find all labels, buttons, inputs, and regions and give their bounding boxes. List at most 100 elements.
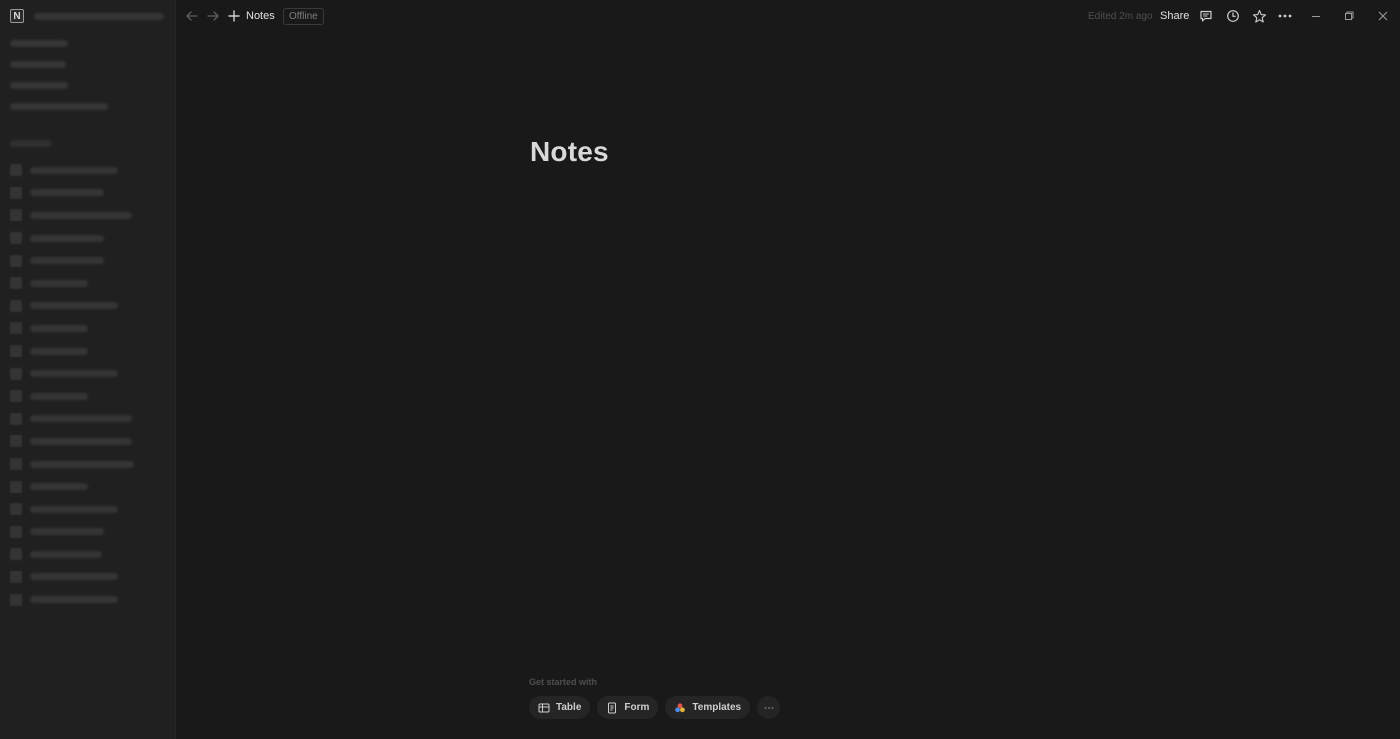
sidebar-page-label-blurred	[30, 324, 88, 332]
minimize-button[interactable]	[1308, 8, 1324, 24]
sidebar-page-label-blurred	[30, 370, 118, 378]
favorite-button[interactable]	[1251, 8, 1267, 24]
page-icon	[10, 232, 22, 245]
page-icon	[10, 254, 22, 267]
sidebar-page-item[interactable]	[10, 385, 134, 408]
sidebar-page-label-blurred	[30, 483, 88, 491]
restore-icon	[1345, 11, 1354, 20]
main-content: Notes Offline Edited 2m ago Share Notes …	[176, 0, 1400, 739]
sidebar-pages-section	[10, 140, 134, 611]
form-button[interactable]: Form	[597, 696, 659, 719]
page-icon	[10, 299, 22, 312]
sidebar-page-label-blurred	[30, 234, 104, 242]
sidebar-nav-item[interactable]	[10, 40, 68, 47]
forward-button[interactable]	[205, 8, 221, 24]
sidebar-page-item[interactable]	[10, 453, 134, 476]
more-horizontal-icon	[764, 706, 774, 709]
sidebar-page-label-blurred	[30, 166, 118, 174]
page-icon	[10, 525, 22, 538]
comment-icon	[1200, 10, 1212, 22]
sidebar-page-label-blurred	[30, 550, 102, 558]
sidebar-page-label-blurred	[30, 189, 104, 197]
sidebar-page-label-blurred	[30, 279, 88, 287]
more-starters-button[interactable]	[757, 696, 781, 719]
star-icon	[1252, 9, 1266, 23]
page-icon	[10, 209, 22, 222]
sidebar-nav-item[interactable]	[10, 82, 68, 89]
restore-button[interactable]	[1341, 8, 1357, 24]
form-button-label: Form	[624, 702, 650, 713]
sidebar-section-heading	[10, 140, 52, 147]
page-icon	[10, 367, 22, 380]
clock-icon	[1227, 10, 1239, 22]
workspace-name-blurred	[34, 12, 164, 20]
plus-icon	[228, 10, 240, 22]
get-started-options: Table Form Templates	[529, 696, 781, 719]
breadcrumb-page-title[interactable]: Notes	[246, 10, 275, 22]
sidebar-page-item[interactable]	[10, 566, 134, 589]
sidebar-page-label-blurred	[30, 392, 88, 400]
close-icon	[1378, 11, 1388, 21]
page-icon	[10, 570, 22, 583]
close-window-button[interactable]	[1375, 8, 1391, 24]
sidebar-page-item[interactable]	[10, 498, 134, 521]
sidebar-page-item[interactable]	[10, 408, 134, 431]
page-icon	[10, 412, 22, 425]
new-page-button[interactable]	[226, 8, 242, 24]
page-icon	[10, 322, 22, 335]
sidebar-page-item[interactable]	[10, 182, 134, 205]
sidebar-page-label-blurred	[30, 302, 118, 310]
comments-button[interactable]	[1198, 8, 1214, 24]
templates-button[interactable]: Templates	[665, 696, 751, 719]
table-icon	[538, 703, 550, 712]
sidebar-page-label-blurred	[30, 460, 134, 468]
page-icon	[10, 164, 22, 177]
sidebar-page-list	[10, 159, 134, 611]
sidebar-page-item[interactable]	[10, 227, 134, 250]
sidebar-page-item[interactable]	[10, 475, 134, 498]
sidebar-nav-item[interactable]	[10, 61, 66, 68]
sidebar-page-label-blurred	[30, 528, 104, 536]
table-button[interactable]: Table	[529, 696, 591, 719]
workspace-switcher[interactable]: N	[10, 9, 164, 23]
sidebar-page-label-blurred	[30, 505, 118, 513]
sidebar-nav	[10, 40, 108, 124]
form-icon	[608, 702, 617, 713]
page-icon	[10, 458, 22, 471]
sidebar: N	[0, 0, 176, 739]
page-icon	[10, 277, 22, 290]
sidebar-page-item[interactable]	[10, 430, 134, 453]
page-icon	[10, 593, 22, 606]
back-button[interactable]	[184, 8, 200, 24]
page-icon	[10, 186, 22, 199]
sidebar-page-label-blurred	[30, 437, 132, 445]
sidebar-page-label-blurred	[30, 211, 132, 219]
page-icon	[10, 503, 22, 516]
minimize-icon	[1312, 16, 1320, 17]
sidebar-page-item[interactable]	[10, 204, 134, 227]
table-button-label: Table	[556, 702, 582, 713]
templates-icon	[675, 702, 686, 712]
page-icon	[10, 548, 22, 561]
sidebar-page-item[interactable]	[10, 588, 134, 611]
app-window: N Notes Offline Edited 2m ago Share Note…	[0, 0, 1400, 739]
page-title[interactable]: Notes	[530, 136, 609, 168]
sidebar-page-item[interactable]	[10, 521, 134, 544]
share-button[interactable]: Share	[1160, 10, 1189, 22]
sidebar-page-item[interactable]	[10, 543, 134, 566]
sidebar-page-item[interactable]	[10, 317, 134, 340]
page-icon	[10, 390, 22, 403]
page-icon	[10, 345, 22, 358]
sidebar-page-item[interactable]	[10, 362, 134, 385]
more-options-button[interactable]	[1277, 8, 1293, 24]
sidebar-page-label-blurred	[30, 347, 88, 355]
sidebar-page-item[interactable]	[10, 295, 134, 318]
sidebar-page-item[interactable]	[10, 249, 134, 272]
sidebar-page-item[interactable]	[10, 340, 134, 363]
sidebar-nav-item[interactable]	[10, 103, 108, 110]
history-button[interactable]	[1225, 8, 1241, 24]
sidebar-page-item[interactable]	[10, 272, 134, 295]
sidebar-page-item[interactable]	[10, 159, 134, 182]
get-started-label: Get started with	[529, 677, 598, 687]
page-icon	[10, 435, 22, 448]
